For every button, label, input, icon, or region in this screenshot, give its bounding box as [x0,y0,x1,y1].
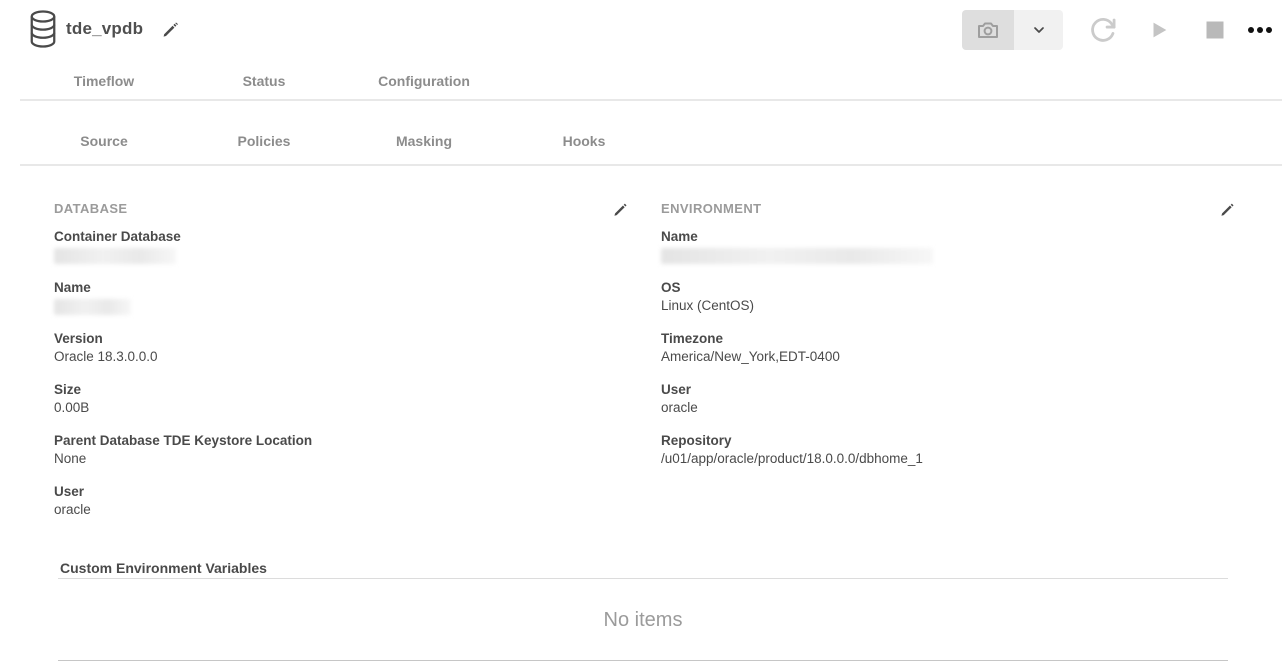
page-header: tde_vpdb [0,0,1282,60]
environment-section: ENVIRONMENT Name OS Linux (CentOS) Timez… [661,200,1237,483]
camera-icon [976,18,1000,42]
configuration-page: tde_vpdb [0,0,1282,669]
custom-env-vars-divider [58,578,1228,579]
secondary-tabs: Source Policies Masking Hooks [24,130,664,152]
tab-divider [20,99,1282,101]
field-value: Oracle 18.3.0.0.0 [54,348,630,366]
play-icon [1148,19,1170,41]
tab-hooks[interactable]: Hooks [504,130,664,152]
tab-masking[interactable]: Masking [344,130,504,152]
stop-button[interactable] [1198,14,1232,46]
redacted-value [54,299,131,315]
field-db-name: Name [54,279,630,315]
stop-icon [1206,21,1224,39]
subtab-divider [20,164,1282,166]
empty-list-message: No items [58,609,1228,632]
field-db-user: User oracle [54,483,630,519]
redacted-value [661,248,933,264]
tab-status[interactable]: Status [184,70,344,92]
field-label: User [661,381,1237,399]
edit-database-icon[interactable] [612,200,630,218]
field-label: Size [54,381,630,399]
field-value: oracle [661,399,1237,417]
field-label: Timezone [661,330,1237,348]
field-value: 0.00B [54,399,630,417]
field-env-name: Name [661,228,1237,264]
field-os: OS Linux (CentOS) [661,279,1237,315]
field-label: OS [661,279,1237,297]
refresh-icon [1089,16,1117,44]
field-label: Repository [661,432,1237,450]
tab-source[interactable]: Source [24,130,184,152]
redacted-value [54,248,176,264]
field-parent-tde-keystore: Parent Database TDE Keystore Location No… [54,432,630,468]
ellipsis-icon [1247,25,1273,35]
field-label: Version [54,330,630,348]
database-section-title: DATABASE [54,200,128,218]
field-size: Size 0.00B [54,381,630,417]
snapshot-button[interactable] [962,10,1014,50]
snapshot-split-button [962,10,1063,50]
page-title: tde_vpdb [66,19,143,39]
field-version: Version Oracle 18.3.0.0.0 [54,330,630,366]
field-value: oracle [54,501,630,519]
database-icon [28,10,58,48]
database-section: DATABASE Container Database Name Version… [54,200,630,534]
more-actions-button[interactable] [1243,14,1277,46]
field-value: None [54,450,630,468]
field-value: America/New_York,EDT-0400 [661,348,1237,366]
chevron-down-icon [1031,22,1047,38]
snapshot-dropdown-button[interactable] [1014,10,1063,50]
field-label: Parent Database TDE Keystore Location [54,432,630,450]
field-timezone: Timezone America/New_York,EDT-0400 [661,330,1237,366]
tab-policies[interactable]: Policies [184,130,344,152]
field-label: Container Database [54,228,630,246]
environment-section-title: ENVIRONMENT [661,200,761,218]
tab-timeflow[interactable]: Timeflow [24,70,184,92]
primary-tabs: Timeflow Status Configuration [24,70,504,92]
field-label: User [54,483,630,501]
bottom-divider [58,660,1228,661]
field-repository: Repository /u01/app/oracle/product/18.0.… [661,432,1237,468]
edit-title-icon[interactable] [161,21,179,39]
refresh-button[interactable] [1086,14,1120,46]
edit-environment-icon[interactable] [1219,200,1237,218]
field-env-user: User oracle [661,381,1237,417]
start-button[interactable] [1142,14,1176,46]
tab-configuration[interactable]: Configuration [344,70,504,92]
field-value: Linux (CentOS) [661,297,1237,315]
field-value: /u01/app/oracle/product/18.0.0.0/dbhome_… [661,450,1237,468]
field-container-database: Container Database [54,228,630,264]
custom-env-vars-title: Custom Environment Variables [60,559,267,577]
field-label: Name [54,279,630,297]
field-label: Name [661,228,1237,246]
